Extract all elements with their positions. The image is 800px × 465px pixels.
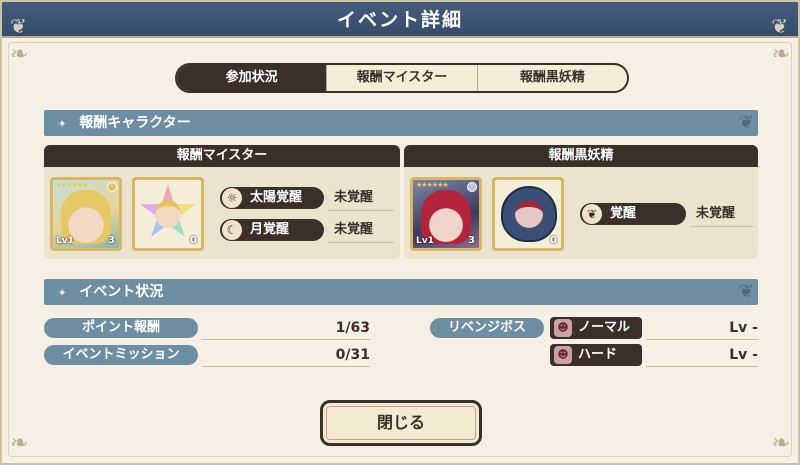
page-title: イベント詳細	[336, 9, 463, 31]
close-button[interactable]: 閉じる	[320, 400, 482, 446]
meister-reward-box: 報酬マイスター ★★★★★★ Lv1 3 0 ☼ 太陽覚醒 未覚醒 ☾ 月覚醒 …	[44, 145, 400, 259]
ornament-left-icon: ❦	[10, 14, 29, 38]
boss-face-icon: ☻	[554, 346, 572, 364]
rarity-stars-icon: ★★★★★★	[56, 181, 89, 189]
sparkle-icon: ✦	[58, 119, 67, 130]
tab-participation[interactable]: 参加状況	[177, 65, 327, 91]
card-level: Lv1	[56, 236, 74, 246]
card-count: 3	[468, 235, 475, 246]
event-mission-label: イベントミッション	[44, 345, 198, 365]
boss-face-icon: ☻	[554, 319, 572, 337]
sparkle-icon: ✦	[58, 288, 67, 299]
tab-reward-meister[interactable]: 報酬マイスター	[326, 65, 476, 91]
fairy-fragment-card[interactable]: 0	[492, 177, 564, 251]
attribute-badge-icon	[107, 182, 117, 192]
character-portrait	[515, 200, 543, 228]
awakening-value: 未覚醒	[696, 206, 736, 221]
ornament-icon: ❦	[738, 112, 754, 133]
meister-character-card[interactable]: ★★★★★★ Lv1 3	[50, 177, 122, 251]
divider	[646, 366, 758, 367]
divider	[328, 242, 394, 243]
point-reward-label: ポイント報酬	[44, 318, 198, 338]
section-title: イベント状況	[79, 284, 164, 300]
section-title: 報酬キャラクター	[79, 115, 191, 131]
event-status-header: ✦ イベント状況 ❦	[44, 279, 758, 305]
corner-ornament-icon: ❧	[771, 42, 790, 67]
reward-characters-header: ✦ 報酬キャラクター ❦	[44, 110, 758, 136]
event-detail-panel: イベント詳細 ❦ ❦ ❧ ❧ ❧ ❧ 参加状況 報酬マイスター 報酬黒妖精 ✦ …	[0, 0, 800, 465]
awakening-label: ❦ 覚醒	[580, 203, 686, 225]
event-mission-value: 0/31	[335, 347, 370, 363]
divider	[202, 339, 370, 340]
sun-awakening-value: 未覚醒	[334, 190, 374, 205]
divider	[328, 210, 394, 211]
hard-boss-level: Lv -	[729, 347, 758, 363]
sun-icon: ☼	[222, 188, 242, 208]
tab-bar: 参加状況 報酬マイスター 報酬黒妖精	[175, 63, 629, 93]
divider	[202, 366, 370, 367]
tab-reward-black-fairy[interactable]: 報酬黒妖精	[476, 65, 627, 91]
rarity-stars-icon: ★★★★★★	[416, 181, 449, 189]
black-fairy-reward-box: 報酬黒妖精 ★★★★★★ Lv1 3 0 ❦ 覚醒 未覚醒	[404, 145, 758, 259]
meister-fragment-card[interactable]: 0	[132, 177, 204, 251]
corner-ornament-icon: ❧	[771, 431, 790, 456]
divider	[690, 226, 754, 227]
point-reward-value: 1/63	[335, 320, 370, 336]
moon-awakening-label: ☾ 月覚醒	[220, 219, 324, 241]
revenge-boss-label: リベンジボス	[430, 318, 544, 338]
difficulty-hard-label: ☻ ハード	[550, 344, 642, 366]
character-portrait	[155, 200, 181, 228]
fairy-character-card[interactable]: ★★★★★★ Lv1 3	[410, 177, 482, 251]
ornament-icon: ❦	[738, 281, 754, 302]
black-fairy-reward-header: 報酬黒妖精	[404, 145, 758, 167]
difficulty-normal-label: ☻ ノーマル	[550, 317, 642, 339]
moon-icon: ☾	[222, 220, 242, 240]
fragment-count: 0	[190, 235, 197, 246]
normal-boss-level: Lv -	[729, 320, 758, 336]
leaf-icon: ❦	[582, 204, 602, 224]
sun-awakening-label: ☼ 太陽覚醒	[220, 187, 324, 209]
card-count: 3	[108, 235, 115, 246]
title-bar: イベント詳細 ❦ ❦	[2, 2, 798, 38]
corner-ornament-icon: ❧	[10, 431, 29, 456]
meister-reward-header: 報酬マイスター	[44, 145, 400, 167]
ornament-right-icon: ❦	[771, 14, 790, 38]
moon-awakening-value: 未覚醒	[334, 222, 374, 237]
attribute-badge-icon	[467, 182, 477, 192]
fragment-count: 0	[550, 235, 557, 246]
corner-ornament-icon: ❧	[10, 42, 29, 67]
card-level: Lv1	[416, 236, 434, 246]
divider	[646, 339, 758, 340]
